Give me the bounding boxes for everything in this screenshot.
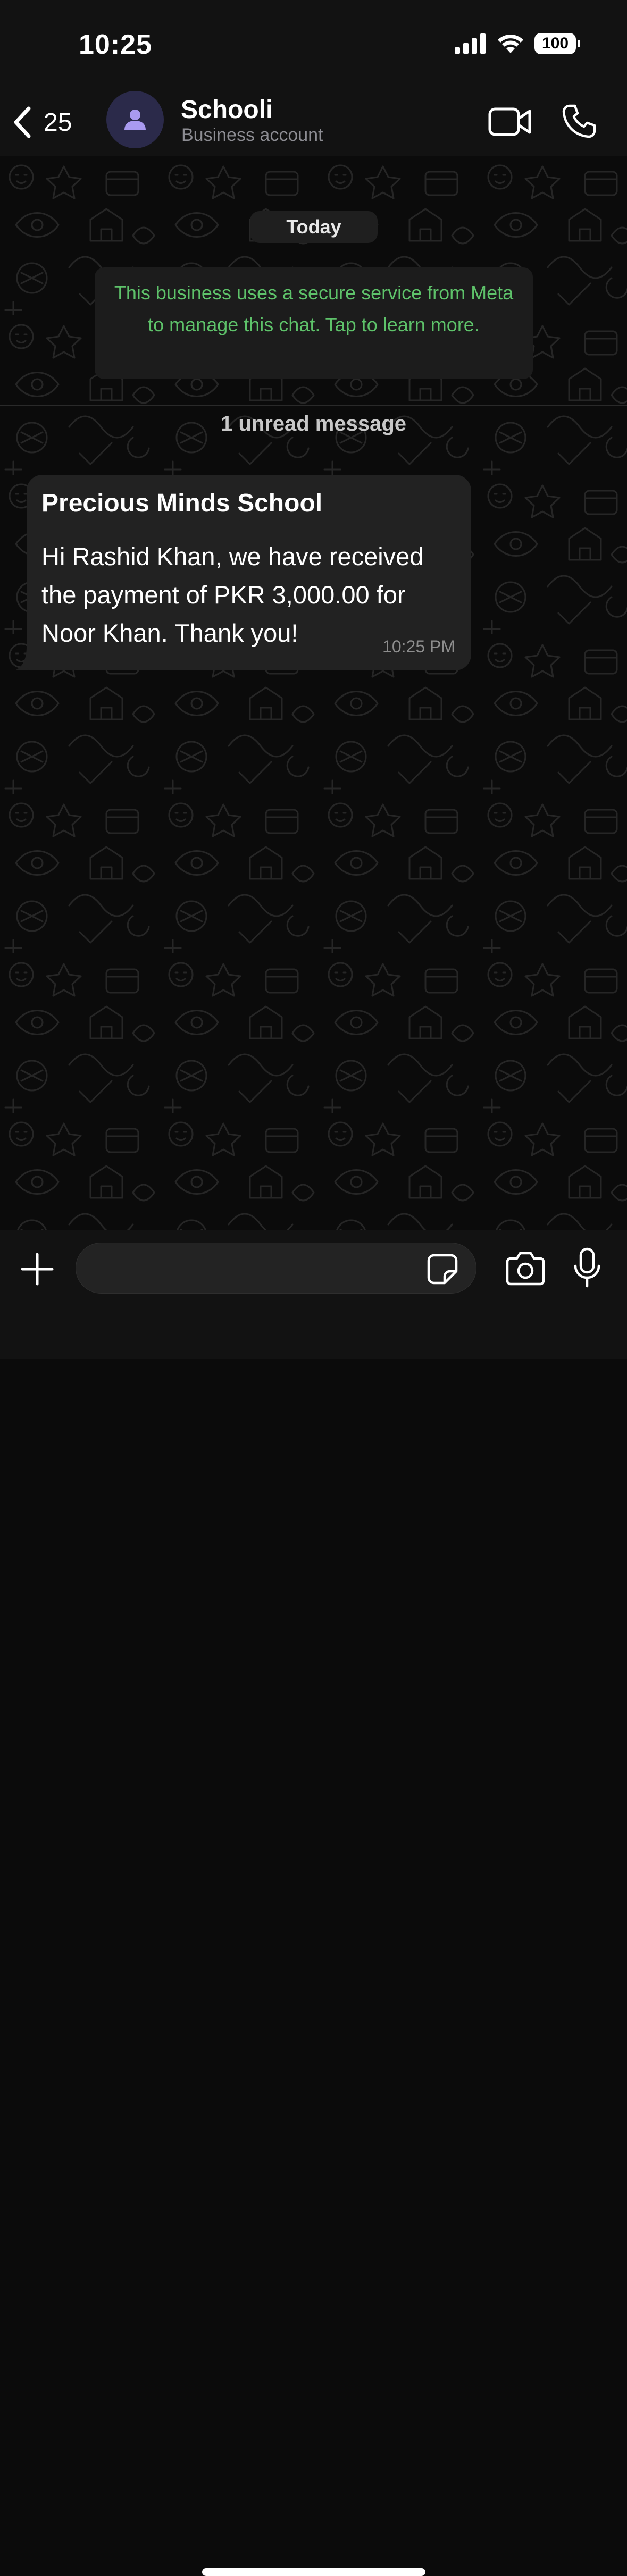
person-icon: [123, 108, 147, 131]
sticker-button[interactable]: [427, 1253, 458, 1285]
back-button[interactable]: 25: [12, 104, 72, 141]
phone-icon: [562, 104, 597, 139]
business-encryption-notice[interactable]: This business uses a secure service from…: [95, 267, 533, 379]
home-indicator[interactable]: [202, 2568, 425, 2576]
back-chevron-icon: [12, 106, 33, 138]
message-timestamp: 10:25 PM: [382, 637, 455, 656]
sticker-icon: [427, 1253, 458, 1285]
message-bubble[interactable]: Precious Minds School Hi Rashid Khan, we…: [27, 475, 471, 670]
video-call-button[interactable]: [488, 106, 532, 138]
chat-area[interactable]: Today This business uses a secure servic…: [0, 156, 627, 1230]
voice-call-button[interactable]: [562, 104, 597, 139]
video-camera-icon: [488, 106, 532, 138]
camera-icon: [505, 1250, 546, 1286]
unread-divider-line: [0, 405, 627, 406]
attach-button[interactable]: [20, 1252, 54, 1286]
contact-name[interactable]: Schooli: [181, 95, 273, 124]
status-time: 10:25: [79, 29, 152, 60]
status-icons: 100: [455, 33, 580, 54]
message-text: Hi Rashid Khan, we have received the pay…: [41, 542, 424, 647]
contact-subtitle: Business account: [181, 125, 323, 145]
wifi-icon: [496, 33, 525, 54]
status-bar: 10:25 100: [0, 0, 627, 88]
camera-button[interactable]: [505, 1250, 546, 1286]
chat-header: 25 Schooli Business account: [0, 88, 627, 156]
battery-icon: 100: [534, 33, 580, 54]
plus-icon: [20, 1252, 54, 1286]
voice-message-button[interactable]: [571, 1247, 603, 1289]
message-title: Precious Minds School: [41, 489, 323, 517]
microphone-icon: [571, 1247, 603, 1289]
message-input[interactable]: [76, 1243, 476, 1294]
input-bar: [0, 1230, 627, 2576]
avatar[interactable]: [106, 91, 164, 148]
unread-messages-label: 1 unread message: [220, 412, 407, 435]
date-separator: Today: [250, 211, 378, 243]
unread-chats-count: 25: [44, 108, 72, 137]
cellular-signal-icon: [455, 33, 487, 54]
